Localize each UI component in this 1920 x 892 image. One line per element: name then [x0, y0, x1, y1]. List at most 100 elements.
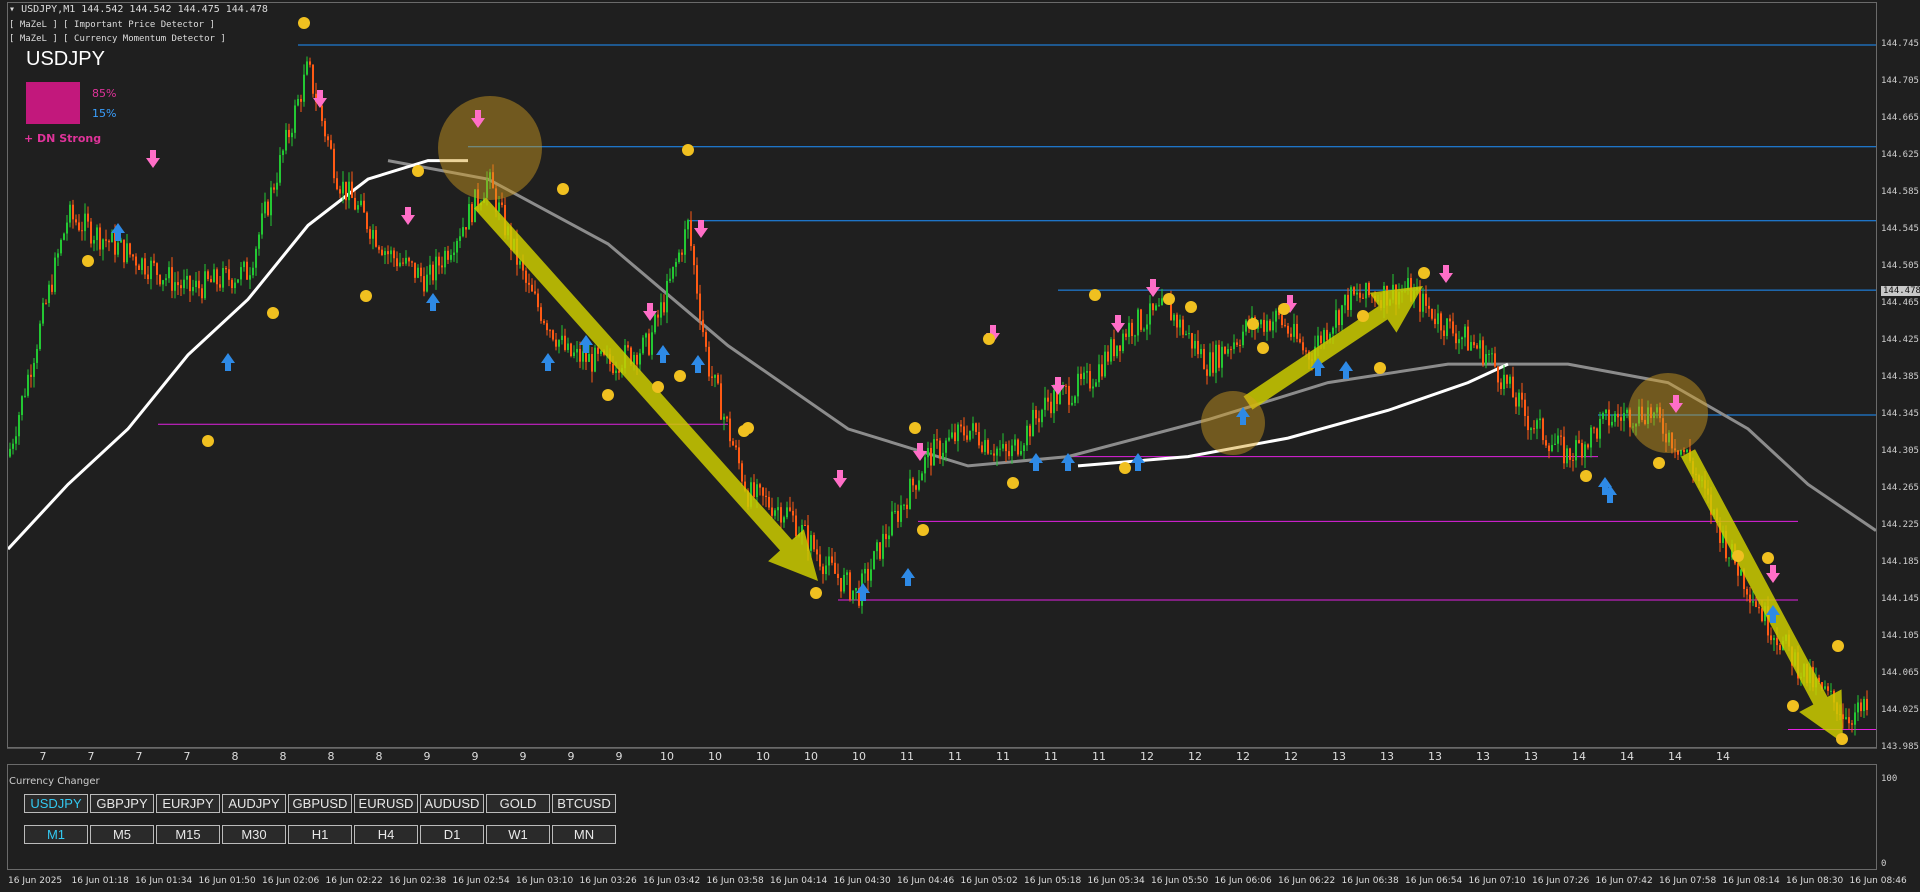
date-tick-label: 16 Jun 06:22: [1278, 876, 1336, 886]
timeframe-button-h1[interactable]: H1: [288, 825, 352, 844]
date-tick-label: 16 Jun 04:30: [833, 876, 891, 886]
candle-body: [648, 333, 650, 355]
candle-body: [912, 478, 914, 486]
candle-body: [1854, 712, 1856, 725]
candle-body: [1356, 292, 1358, 295]
candle-body: [795, 515, 797, 537]
candle-body: [579, 348, 581, 362]
candle-body: [1236, 342, 1238, 345]
candle-body: [1851, 723, 1853, 725]
candle-body: [411, 261, 413, 263]
timeframe-button-m5[interactable]: M5: [90, 825, 154, 844]
candle-body: [498, 202, 500, 212]
dropdown-icon[interactable]: ▾: [9, 4, 15, 15]
symbol-button-gold[interactable]: GOLD: [486, 794, 550, 813]
symbol-button-gbpjpy[interactable]: GBPJPY: [90, 794, 154, 813]
date-tick-label: 16 Jun 04:14: [770, 876, 828, 886]
timeframe-button-m15[interactable]: M15: [156, 825, 220, 844]
price-chart[interactable]: [7, 2, 1877, 748]
date-tick-label: 16 Jun 07:10: [1468, 876, 1526, 886]
candle-body: [321, 105, 323, 121]
candle-body: [855, 588, 857, 591]
price-tick-label: 144.265: [1881, 483, 1919, 493]
timeframe-button-d1[interactable]: D1: [420, 825, 484, 844]
candle-body: [879, 542, 881, 559]
signal-dot-icon: [1374, 362, 1386, 374]
candle-body: [1857, 702, 1859, 713]
candle-body: [1083, 372, 1085, 379]
candle-body: [1206, 369, 1208, 376]
candle-body: [1599, 418, 1601, 439]
candle-body: [597, 347, 599, 354]
signal-dot-icon: [1257, 342, 1269, 354]
candle-body: [390, 250, 392, 255]
timeframe-button-w1[interactable]: W1: [486, 825, 550, 844]
candle-body: [528, 282, 530, 285]
candle-body: [171, 267, 173, 291]
candle-body: [414, 262, 416, 278]
candle-body: [1224, 346, 1226, 354]
candle-body: [243, 261, 245, 268]
buy-arrow-icon: [691, 355, 705, 373]
timeframe-button-m30[interactable]: M30: [222, 825, 286, 844]
symbol-button-btcusd[interactable]: BTCUSD: [552, 794, 616, 813]
symbol-button-gbpusd[interactable]: GBPUSD: [288, 794, 352, 813]
symbol-button-usdjpy[interactable]: USDJPY: [24, 794, 88, 813]
price-tick-label: 144.705: [1881, 76, 1919, 86]
candle-body: [903, 504, 905, 506]
symbol-button-eurusd[interactable]: EURUSD: [354, 794, 418, 813]
candle-body: [363, 200, 365, 213]
candle-body: [1344, 294, 1346, 306]
candle-body: [30, 374, 32, 377]
signal-dot-icon: [1418, 267, 1430, 279]
candle-body: [1125, 333, 1127, 337]
symbol-button-audjpy[interactable]: AUDJPY: [222, 794, 286, 813]
candle-body: [309, 61, 311, 65]
candle-body: [1146, 324, 1148, 330]
candle-body: [774, 510, 776, 516]
timeframe-button-h4[interactable]: H4: [354, 825, 418, 844]
symbol-button-eurjpy[interactable]: EURJPY: [156, 794, 220, 813]
candle-body: [1239, 344, 1241, 346]
candle-body: [678, 252, 680, 263]
signal-dot-icon: [1653, 457, 1665, 469]
candle-body: [885, 533, 887, 540]
candle-body: [1479, 340, 1481, 349]
candle-body: [144, 258, 146, 275]
candle-body: [162, 280, 164, 285]
candle-body: [666, 280, 668, 313]
timeframe-button-m1[interactable]: M1: [24, 825, 88, 844]
date-tick-label: 16 Jun 03:42: [643, 876, 701, 886]
candle-body: [1341, 305, 1343, 326]
candle-body: [1614, 413, 1616, 422]
candle-body: [375, 230, 377, 247]
hour-tick-label: 10: [660, 750, 674, 763]
candle-body: [1530, 428, 1532, 431]
candle-body: [129, 243, 131, 255]
candle-body: [840, 577, 842, 592]
candle-body: [213, 269, 215, 283]
symbol-button-audusd[interactable]: AUDUSD: [420, 794, 484, 813]
candle-body: [594, 347, 596, 372]
hour-tick-label: 11: [900, 750, 914, 763]
candle-body: [645, 333, 647, 338]
candle-body: [165, 278, 167, 281]
candle-body: [1134, 335, 1136, 337]
date-tick-label: 16 Jun 08:46: [1849, 876, 1907, 886]
candle-body: [1218, 344, 1220, 368]
candle-body: [651, 332, 653, 355]
candle-body: [822, 566, 824, 575]
date-tick-label: 16 Jun 07:42: [1595, 876, 1653, 886]
candle-body: [1290, 333, 1292, 337]
candle-body: [1548, 445, 1550, 452]
candle-body: [288, 129, 290, 138]
price-axis[interactable]: 144.745 144.705 144.665 144.625 144.585 144.5…: [1877, 2, 1920, 752]
candle-body: [465, 227, 467, 230]
candle-body: [228, 269, 230, 280]
candle-body: [45, 302, 47, 304]
candle-body: [591, 354, 593, 372]
candle-body: [1200, 348, 1202, 355]
signal-dot-icon: [1836, 733, 1848, 745]
price-tick-label: 144.305: [1881, 446, 1919, 456]
timeframe-button-mn[interactable]: MN: [552, 825, 616, 844]
